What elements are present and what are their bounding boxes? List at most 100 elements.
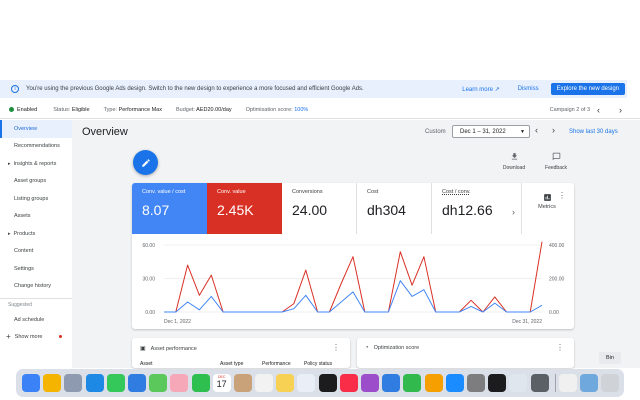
notes-icon[interactable] — [276, 374, 295, 392]
chrome-icon[interactable] — [43, 374, 62, 392]
sidebar-item-settings[interactable]: Settings — [0, 260, 72, 278]
campaign-position: Campaign 2 of 3 — [549, 106, 590, 113]
music-icon[interactable] — [339, 374, 358, 392]
lightbulb-icon: ◔ — [365, 345, 369, 351]
pencil-icon — [141, 158, 150, 167]
mail-icon[interactable] — [127, 374, 146, 392]
feedback-icon — [552, 152, 560, 161]
external-link-icon: ↗ — [494, 86, 500, 93]
campaign-status-bar: Enabled Status: Eligible Type: Performan… — [0, 101, 640, 119]
clock-icon[interactable] — [488, 374, 507, 392]
sidebar-item-listing-groups[interactable]: Listing groups — [0, 190, 72, 208]
appletv-icon[interactable] — [318, 374, 337, 392]
sidebar-item-insights-reports[interactable]: Insights & reports — [0, 155, 72, 173]
preview-icon[interactable] — [509, 374, 528, 392]
keynote-icon[interactable] — [382, 374, 401, 392]
pages-icon[interactable] — [424, 374, 443, 392]
optimisation-score-info[interactable]: Optimisation score: 100% — [246, 107, 309, 113]
learn-more-link[interactable]: Learn more ↗ — [462, 86, 499, 93]
dropdown-caret-icon: ▼ — [520, 128, 525, 135]
next-period-icon[interactable]: › — [552, 125, 555, 135]
sidebar-item-change-history[interactable]: Change history — [0, 278, 72, 296]
bin-button[interactable]: Bin — [599, 352, 621, 364]
feedback-button[interactable]: Feedback — [541, 152, 571, 171]
show-last-30-days-link[interactable]: Show last 30 days — [569, 129, 618, 135]
download-icon — [511, 153, 517, 160]
series-line-conv-value — [164, 241, 543, 313]
asset-performance-card: ▣ Asset performance ⋮ Asset Asset type P… — [132, 338, 350, 368]
left-axis-tick-label: 0.00 — [145, 310, 155, 316]
sidebar-item-overview[interactable]: Overview — [0, 120, 72, 138]
sidebar: Overview Recommendations Insights & repo… — [0, 120, 72, 368]
metric-tile-conv-value-cost[interactable]: Conv. value / cost 8.07 — [132, 183, 207, 234]
metrics-chart-icon — [543, 194, 551, 201]
sidebar-item-ad-schedule[interactable]: Ad schedule — [0, 311, 72, 329]
chevron-right-icon[interactable]: › — [512, 207, 515, 217]
left-axis-tick-label: 30.00 — [142, 277, 155, 283]
left-axis-tick-label: 60.00 — [142, 243, 155, 249]
next-campaign-icon[interactable]: › — [619, 105, 622, 115]
photos-icon[interactable] — [170, 374, 189, 392]
right-axis-tick-label: 200.00 — [549, 277, 565, 283]
sidebar-item-content[interactable]: Content — [0, 243, 72, 261]
dismiss-button[interactable]: Dismiss — [518, 86, 539, 92]
plus-icon: + — [6, 332, 11, 341]
trash-icon[interactable] — [601, 374, 620, 392]
numbers-icon[interactable] — [403, 374, 422, 392]
reminders-icon[interactable] — [255, 374, 274, 392]
banner-message: You're using the previous Google Ads des… — [26, 86, 364, 92]
facetime-icon[interactable] — [191, 374, 210, 392]
previous-campaign-icon[interactable]: ‹ — [597, 105, 600, 115]
launchpad-icon[interactable] — [64, 374, 83, 392]
metric-tile-cost[interactable]: Cost dh304 — [357, 183, 432, 234]
more-options-icon[interactable]: ⋮ — [558, 191, 566, 200]
metric-tile-conversions[interactable]: Conversions 24.00 — [282, 183, 357, 234]
safari-icon[interactable] — [85, 374, 104, 392]
edit-fab-button[interactable] — [133, 150, 158, 175]
freeform-icon[interactable] — [297, 374, 316, 392]
optimization-score-title: Optimization score — [373, 345, 420, 351]
metrics-button[interactable]: Metrics ⋮ — [522, 183, 572, 234]
macos-dock: DEC 17 — [16, 369, 624, 397]
asset-col-asset: Asset — [140, 361, 153, 367]
optimization-more-options-icon[interactable]: ⋮ — [556, 343, 564, 352]
asset-more-options-icon[interactable]: ⋮ — [332, 343, 340, 352]
screenshot-icon[interactable] — [530, 374, 549, 392]
budget-info[interactable]: Budget: AED20.00/day — [176, 107, 232, 113]
sidebar-item-assets[interactable]: Assets — [0, 208, 72, 226]
info-icon: i — [11, 85, 19, 93]
optimization-score-card: ◔ Optimization score ⋮ — [357, 338, 574, 368]
messages-icon[interactable] — [106, 374, 125, 392]
textedit-icon[interactable] — [558, 374, 577, 392]
design-banner: i You're using the previous Google Ads d… — [0, 80, 627, 98]
date-range-picker[interactable]: Dec 1 – 31, 2022 ▼ — [452, 125, 530, 138]
sidebar-item-asset-groups[interactable]: Asset groups — [0, 173, 72, 191]
metric-tile-cost-per-conv[interactable]: Cost / conv. dh12.66 › — [432, 183, 522, 234]
performance-card: Conv. value / cost 8.07 Conv. value 2.45… — [132, 183, 574, 329]
asset-col-asset-type: Asset type — [220, 361, 244, 367]
sidebar-item-recommendations[interactable]: Recommendations — [0, 138, 72, 156]
contacts-icon[interactable] — [233, 374, 252, 392]
explore-new-design-button[interactable]: Explore the new design — [550, 83, 625, 95]
page-title: Overview — [82, 126, 128, 138]
x-axis-end-label: Dec 31, 2022 — [512, 319, 542, 325]
right-axis-tick-label: 400.00 — [549, 243, 565, 249]
x-axis-start-label: Dec 1, 2022 — [164, 319, 191, 325]
notification-dot — [58, 335, 62, 338]
previous-period-icon[interactable]: ‹ — [535, 125, 538, 135]
calendar-day: 17 — [216, 379, 227, 389]
downloads-folder-icon[interactable] — [579, 374, 598, 392]
podcasts-icon[interactable] — [361, 374, 379, 392]
maps-icon[interactable] — [149, 374, 168, 392]
appstore-icon[interactable] — [445, 374, 464, 392]
metric-tiles: Conv. value / cost 8.07 Conv. value 2.45… — [132, 183, 574, 234]
finder-icon[interactable] — [22, 374, 40, 392]
metric-tile-conv-value[interactable]: Conv. value 2.45K — [207, 183, 282, 234]
settings-icon[interactable] — [466, 374, 485, 392]
download-button[interactable]: Download — [499, 152, 529, 171]
enabled-label[interactable]: Enabled — [17, 107, 37, 113]
calendar-icon[interactable]: DEC 17 — [212, 374, 231, 392]
show-more-button[interactable]: + Show more — [0, 329, 72, 345]
enabled-status-dot — [9, 107, 14, 112]
sidebar-item-products[interactable]: Products — [0, 225, 72, 243]
